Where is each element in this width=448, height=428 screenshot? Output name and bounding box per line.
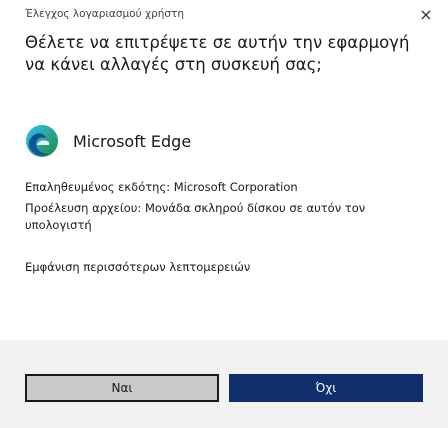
button-bar: Ναι Όχι bbox=[25, 374, 423, 402]
file-origin-text: Προέλευση αρχείου: Μονάδα σκληρού δίσκου… bbox=[25, 201, 366, 232]
yes-button[interactable]: Ναι bbox=[25, 374, 219, 402]
show-more-details-link[interactable]: Εμφάνιση περισσότερων λεπτομερειών bbox=[25, 260, 250, 274]
microsoft-edge-icon bbox=[26, 125, 58, 157]
no-button[interactable]: Όχι bbox=[229, 374, 423, 402]
dialog-content: Έλεγχος λογαριασμού χρήστη × Θέλετε να ε… bbox=[0, 0, 448, 340]
app-row: Microsoft Edge bbox=[25, 124, 191, 158]
uac-dialog: Έλεγχος λογαριασμού χρήστη × Θέλετε να ε… bbox=[0, 0, 448, 428]
publisher-text: Επαληθευμένος εκδότης: Microsoft Corpora… bbox=[25, 180, 298, 194]
dialog-caption: Έλεγχος λογαριασμού χρήστη bbox=[25, 8, 185, 20]
app-name: Microsoft Edge bbox=[73, 131, 192, 151]
close-icon[interactable]: × bbox=[414, 2, 438, 26]
dialog-question: Θέλετε να επιτρέψετε σε αυτήν την εφαρμο… bbox=[25, 33, 410, 74]
